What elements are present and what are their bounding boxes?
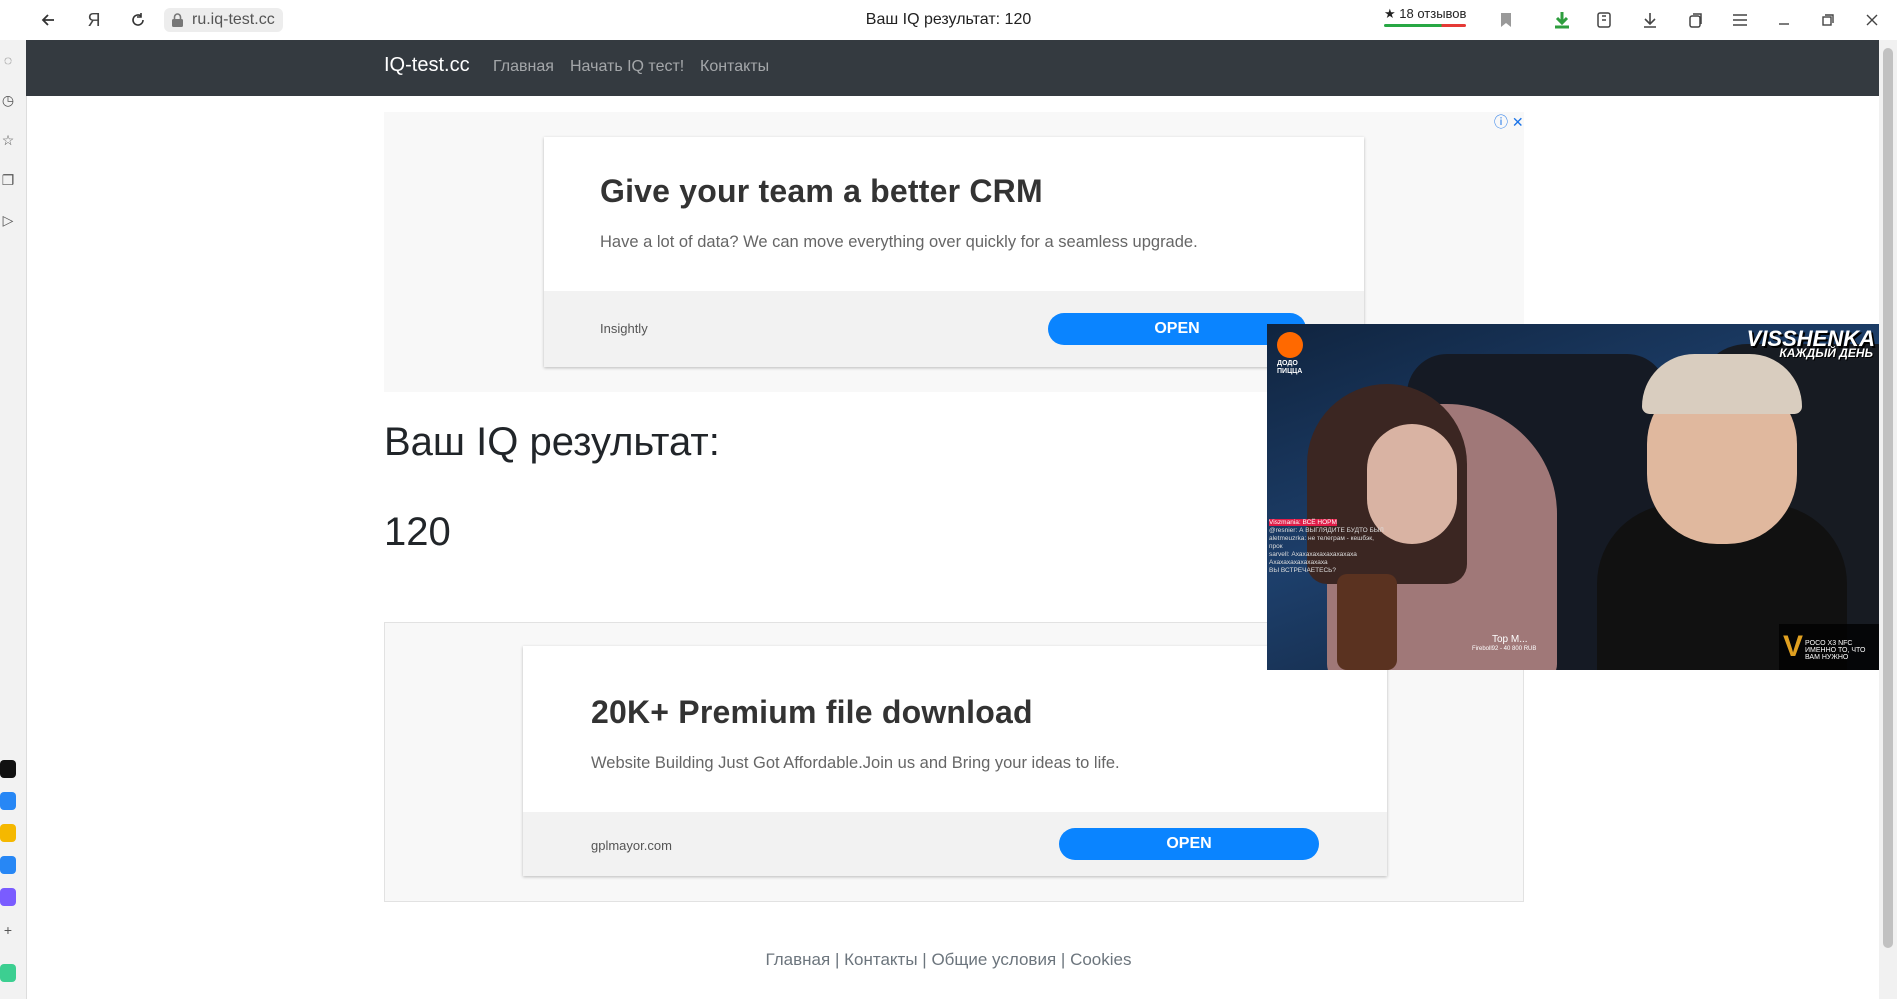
ad-advertiser[interactable]: gplmayor.com <box>591 838 672 853</box>
video-logo-subtitle: КАЖДЫЙ ДЕНЬ <box>1779 346 1873 360</box>
bookmark-icon[interactable] <box>1494 8 1518 32</box>
ad-card-bottom[interactable]: 20K+ Premium file download Website Build… <box>523 646 1387 876</box>
ad-headline[interactable]: Give your team a better CRM <box>600 173 1043 210</box>
app-vk-icon[interactable] <box>0 856 16 874</box>
reviews-text: ★ 18 отзывов <box>1384 6 1467 21</box>
minimize-icon[interactable] <box>1772 8 1796 32</box>
footer-separator: | <box>922 950 927 969</box>
chat-message: ВЫ ВСТРЕЧАЕТЕСЬ? <box>1269 567 1337 574</box>
site-footer: Главная | Контакты | Общие условия | Coo… <box>0 950 1897 970</box>
ad-headline[interactable]: 20K+ Premium file download <box>591 694 1033 731</box>
site-navbar: IQ-test.cc Главная Начать IQ тест! Конта… <box>26 40 1879 96</box>
menu-icon[interactable] <box>1728 8 1752 32</box>
video-chat-overlay: Viszmania: ВСЁ НОРМ @resnier: А ВЫГЛЯДИТ… <box>1269 519 1389 575</box>
ad-footer: gplmayor.com OPEN <box>523 812 1387 876</box>
ad-description: Have a lot of data? We can move everythi… <box>600 233 1198 251</box>
history-icon[interactable]: ◷ <box>0 92 16 108</box>
restore-icon[interactable] <box>1816 8 1840 32</box>
footer-link-terms[interactable]: Общие условия <box>931 950 1056 969</box>
scrollbar-thumb[interactable] <box>1883 48 1893 948</box>
collections-sidebar-icon[interactable]: ❐ <box>0 172 16 188</box>
adchoices-info-icon[interactable]: ⓘ <box>1494 114 1508 130</box>
page-scrollbar[interactable] <box>1879 40 1897 999</box>
add-app-icon[interactable]: + <box>0 922 16 938</box>
reviews-badge[interactable]: ★ 18 отзывов <box>1384 6 1467 27</box>
app-chat-icon[interactable] <box>0 760 16 778</box>
chat-message: Ахахахахахахахаха <box>1269 559 1328 566</box>
ad-advertiser[interactable]: Insightly <box>600 321 648 336</box>
downloads-icon[interactable] <box>1638 8 1662 32</box>
ad-description: Website Building Just Got Affordable.Joi… <box>591 754 1120 772</box>
footer-separator: | <box>834 950 840 969</box>
close-icon[interactable] <box>1860 8 1884 32</box>
site-brand-link[interactable]: IQ-test.cc <box>384 54 470 77</box>
browser-sidebar: ◌ ◷ ☆ ❐ ▷ + <box>0 40 27 999</box>
app-mail-icon[interactable] <box>0 792 16 810</box>
footer-separator: | <box>1060 950 1066 969</box>
ad-close-icon[interactable]: ✕ <box>1508 114 1524 130</box>
result-heading: Ваш IQ результат: <box>384 420 720 464</box>
chat-message: sarvell: Ахахахахахахахахаха <box>1269 551 1357 558</box>
video-top-label: Top M... <box>1492 634 1528 645</box>
player-icon[interactable]: ▷ <box>0 212 16 228</box>
sponsor-name: POCO X3 NFC <box>1805 640 1853 647</box>
video-brand-text: ДОДО ПИЦЦА <box>1277 360 1303 375</box>
app-yandex-mail-icon[interactable] <box>0 824 16 842</box>
notifications-icon[interactable]: ◌ <box>0 52 16 68</box>
video-person-hair <box>1642 354 1802 414</box>
favorites-star-icon[interactable]: ☆ <box>0 132 16 148</box>
footer-link-home[interactable]: Главная <box>766 950 831 969</box>
iq-score: 120 <box>384 510 451 554</box>
tabs-icon[interactable] <box>1684 8 1708 32</box>
download-extension-icon[interactable] <box>1550 8 1574 32</box>
sponsor-text: POCO X3 NFC ИМЕННО ТО, ЧТО ВАМ НУЖНО <box>1805 640 1879 661</box>
app-messenger-icon[interactable] <box>0 888 16 906</box>
browser-toolbar: Я ru.iq-test.cc Ваш IQ результат: 120 ★ … <box>0 0 1897 41</box>
nav-link-home[interactable]: Главная <box>493 58 554 76</box>
nav-link-contacts[interactable]: Контакты <box>700 58 769 76</box>
ad-open-button[interactable]: OPEN <box>1059 828 1319 860</box>
ad-footer: Insightly OPEN <box>544 291 1364 367</box>
video-donation-text: Fireboll92 - 40 800 RUB <box>1472 646 1537 652</box>
dodo-pizza-logo-icon <box>1277 332 1303 358</box>
chat-message: Viszmania: ВСЁ НОРМ <box>1269 519 1337 526</box>
collections-icon[interactable] <box>1594 8 1618 32</box>
footer-link-contacts[interactable]: Контакты <box>844 950 917 969</box>
video-cup <box>1337 574 1397 670</box>
ad-card-top[interactable]: Give your team a better CRM Have a lot o… <box>544 137 1364 367</box>
ad-choices[interactable]: ⓘ ✕ <box>1494 112 1524 132</box>
reviews-rating-bar <box>1384 24 1467 27</box>
sponsor-subtitle: ИМЕННО ТО, ЧТО ВАМ НУЖНО <box>1805 647 1866 661</box>
poco-logo-icon: V <box>1783 630 1804 663</box>
footer-link-cookies[interactable]: Cookies <box>1070 950 1131 969</box>
chat-message: aletmeuzrka: не телеграм - кешбэк, прок <box>1269 535 1374 550</box>
video-sponsor-banner: V POCO X3 NFC ИМЕННО ТО, ЧТО ВАМ НУЖНО <box>1779 624 1879 670</box>
nav-link-start-test[interactable]: Начать IQ тест! <box>570 58 684 76</box>
pip-video-player[interactable]: ДОДО ПИЦЦА VISSHENKA КАЖДЫЙ ДЕНЬ Viszman… <box>1267 324 1879 670</box>
chat-message: @resnier: А ВЫГЛЯДИТЕ БУДТО БЫЛ <box>1269 527 1384 534</box>
